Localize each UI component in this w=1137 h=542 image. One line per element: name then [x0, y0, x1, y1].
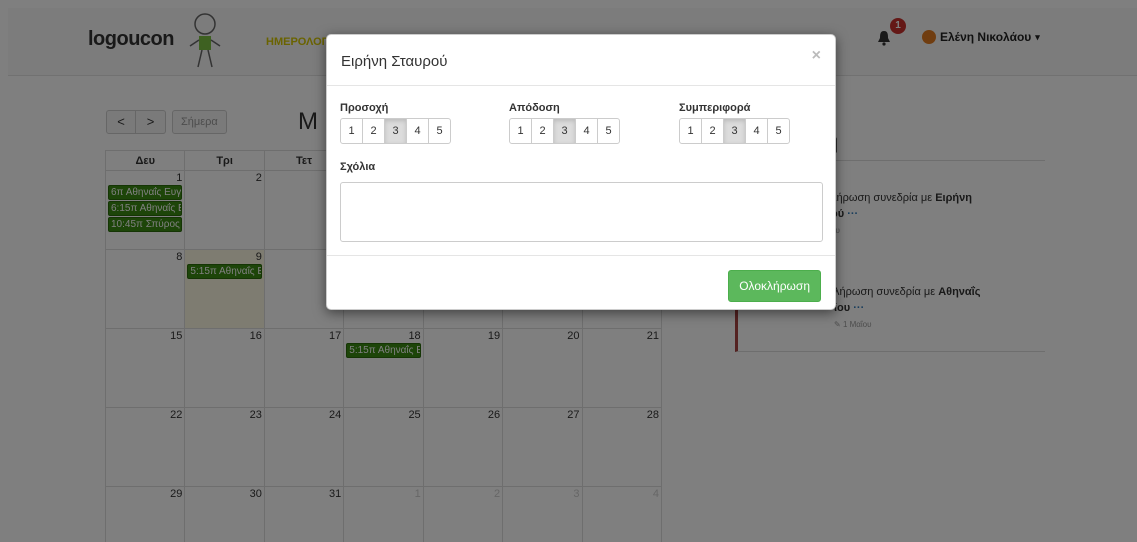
rating-option[interactable]: 5: [767, 118, 790, 144]
rating-option[interactable]: 1: [509, 118, 532, 144]
rating-label: Συμπεριφορά: [679, 102, 751, 114]
comments-label: Σχόλια: [340, 161, 376, 173]
rating-behavior: Συμπεριφορά 1 2 3 4 5: [679, 102, 790, 144]
rating-option-selected[interactable]: 3: [553, 118, 576, 144]
rating-button-group: 1 2 3 4 5: [509, 118, 620, 144]
rating-option[interactable]: 4: [575, 118, 598, 144]
comments-textarea[interactable]: [340, 182, 823, 242]
rating-option[interactable]: 2: [531, 118, 554, 144]
rating-option[interactable]: 5: [597, 118, 620, 144]
rating-button-group: 1 2 3 4 5: [679, 118, 790, 144]
rating-option[interactable]: 1: [340, 118, 363, 144]
rating-option[interactable]: 4: [745, 118, 768, 144]
rating-performance: Απόδοση 1 2 3 4 5: [509, 102, 620, 144]
rating-option[interactable]: 4: [406, 118, 429, 144]
feedback-modal: Ειρήνη Σταυρού × Προσοχή 1 2 3 4 5 Απόδο…: [326, 34, 836, 310]
rating-option-selected[interactable]: 3: [723, 118, 746, 144]
rating-option-selected[interactable]: 3: [384, 118, 407, 144]
rating-label: Απόδοση: [509, 102, 560, 114]
rating-option[interactable]: 1: [679, 118, 702, 144]
rating-label: Προσοχή: [340, 102, 389, 114]
rating-attention: Προσοχή 1 2 3 4 5: [340, 102, 451, 144]
rating-option[interactable]: 2: [701, 118, 724, 144]
modal-title: Ειρήνη Σταυρού: [341, 53, 448, 70]
close-button[interactable]: ×: [812, 47, 821, 65]
modal-header: Ειρήνη Σταυρού ×: [327, 35, 835, 86]
rating-button-group: 1 2 3 4 5: [340, 118, 451, 144]
complete-button[interactable]: Ολοκλήρωση: [728, 270, 821, 302]
rating-option[interactable]: 2: [362, 118, 385, 144]
rating-option[interactable]: 5: [428, 118, 451, 144]
